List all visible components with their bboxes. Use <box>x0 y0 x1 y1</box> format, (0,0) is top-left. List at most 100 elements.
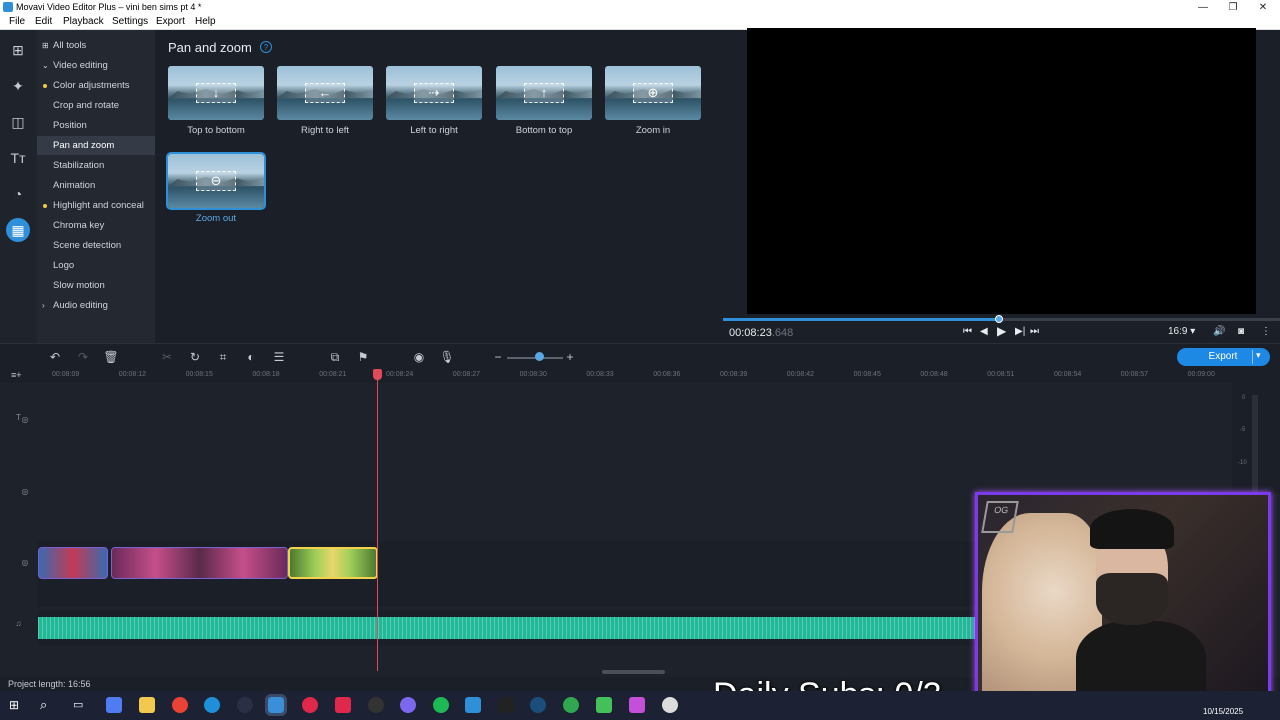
preset-zoom-out[interactable]: ⊖ <box>166 152 266 210</box>
nav-logo[interactable]: Logo <box>37 256 155 275</box>
visibility-icon[interactable]: ◎ <box>18 415 32 424</box>
scrubber-handle[interactable] <box>994 315 1003 323</box>
zoom-out-timeline-icon[interactable]: − <box>490 349 506 365</box>
stickers-icon[interactable]: ◔ <box>6 182 30 206</box>
minimize-button[interactable]: — <box>1188 0 1218 15</box>
nav-video-editing[interactable]: ⌄ Video editing <box>37 56 155 75</box>
preset-left-to-right[interactable]: ⇢ <box>386 66 482 120</box>
undo-icon[interactable]: ↶ <box>47 349 63 365</box>
nav-pan-and-zoom[interactable]: Pan and zoom <box>37 136 155 155</box>
next-frame-icon[interactable]: ▶| <box>1015 326 1025 337</box>
opera-icon[interactable] <box>302 697 318 713</box>
game-launcher-icon[interactable] <box>596 697 612 713</box>
nav-crop-and-rotate[interactable]: Crop and rotate <box>37 96 155 115</box>
store-icon[interactable] <box>465 697 481 713</box>
media-player-icon[interactable] <box>237 697 253 713</box>
nav-scene-detection[interactable]: Scene detection <box>37 236 155 255</box>
cut-icon[interactable]: ✂ <box>159 349 175 365</box>
nav-stabilization[interactable]: Stabilization <box>37 156 155 175</box>
microphone-icon[interactable]: 🎙 <box>439 349 455 365</box>
chevron-down-icon[interactable]: ▾ <box>1256 350 1261 361</box>
playback-scrubber[interactable] <box>723 315 1280 323</box>
timeline-scrollbar[interactable] <box>602 670 665 674</box>
menu-edit[interactable]: Edit <box>35 16 52 27</box>
prev-frame-icon[interactable]: ◀ <box>980 326 988 337</box>
copilot-icon[interactable] <box>106 697 122 713</box>
import-icon[interactable]: ⊞ <box>6 38 30 62</box>
color-icon[interactable]: ◐ <box>243 349 259 365</box>
menu-help[interactable]: Help <box>195 16 216 27</box>
preset-right-to-left[interactable]: ← <box>277 66 373 120</box>
rotate-icon[interactable]: ↻ <box>187 349 203 365</box>
spotify-icon[interactable] <box>433 697 449 713</box>
nav-position[interactable]: Position <box>37 116 155 135</box>
preset-top-to-bottom[interactable]: ↓ <box>168 66 264 120</box>
xbox-icon[interactable] <box>563 697 579 713</box>
clip-properties-icon[interactable]: ☰ <box>271 349 287 365</box>
magic-wand-icon[interactable]: ✦ <box>6 74 30 98</box>
steam-icon[interactable] <box>530 697 546 713</box>
play-icon[interactable]: ▶ <box>997 324 1006 338</box>
visibility-icon[interactable]: ◎ <box>18 558 32 567</box>
transitions-icon[interactable]: ◫ <box>6 110 30 134</box>
redo-icon[interactable]: ↷ <box>75 349 91 365</box>
tools-navigation: ⊞ All tools ⌄ Video editing Color adjustme… <box>37 30 155 343</box>
audio-waveform-clip[interactable] <box>38 617 976 639</box>
playhead-handle[interactable] <box>373 369 382 380</box>
nav-chroma-key[interactable]: Chroma key <box>37 216 155 235</box>
nav-audio-editing[interactable]: › Audio editing <box>37 296 155 315</box>
menu-export[interactable]: Export <box>156 16 185 27</box>
photos-icon[interactable] <box>629 697 645 713</box>
edge-icon[interactable] <box>204 697 220 713</box>
volume-icon[interactable]: 🔊 <box>1213 326 1225 337</box>
help-icon[interactable]: ? <box>260 41 272 53</box>
meter-bar <box>1252 395 1258 493</box>
aspect-ratio-select[interactable]: 16:9 ▾ <box>1168 326 1195 337</box>
preset-zoom-in[interactable]: ⊕ <box>605 66 701 120</box>
video-clip[interactable] <box>111 547 288 579</box>
text-icon[interactable]: Tт <box>6 146 30 170</box>
video-clip[interactable] <box>38 547 108 579</box>
nav-all-tools[interactable]: ⊞ All tools <box>37 36 155 55</box>
task-view-icon[interactable]: ▭ <box>73 698 83 711</box>
epic-games-icon[interactable] <box>498 697 514 713</box>
snapshot-icon[interactable]: ◙ <box>1238 326 1244 337</box>
nav-color-adjustments[interactable]: Color adjustments <box>37 76 155 95</box>
nav-slow-motion[interactable]: Slow motion <box>37 276 155 295</box>
preset-bottom-to-top[interactable]: ↑ <box>496 66 592 120</box>
restore-button[interactable]: ❐ <box>1218 0 1248 15</box>
obs-icon[interactable] <box>368 697 384 713</box>
zoom-in-timeline-icon[interactable]: + <box>562 349 578 365</box>
close-button[interactable]: ✕ <box>1248 0 1278 15</box>
crop-icon[interactable]: ⌗ <box>215 349 231 365</box>
skip-forward-icon[interactable]: ⏭ <box>1030 326 1039 337</box>
windows-start-icon[interactable]: ⊞ <box>9 698 19 712</box>
timeline-ruler[interactable]: ≡+ 00:08:09 00:08:12 00:08:15 00:08:18 00:08… <box>0 369 1280 383</box>
transition-wizard-icon[interactable]: ⧉ <box>327 349 343 365</box>
chrome-icon[interactable] <box>172 697 188 713</box>
delete-icon[interactable]: 🗑 <box>103 349 119 365</box>
video-clip-selected[interactable] <box>288 547 378 579</box>
webcam-record-icon[interactable]: ◉ <box>411 349 427 365</box>
file-explorer-icon[interactable] <box>139 697 155 713</box>
timeline-zoom-handle[interactable] <box>534 352 544 361</box>
add-track-icon[interactable]: ≡+ <box>11 370 22 380</box>
menu-file[interactable]: File <box>9 16 25 27</box>
more-tools-icon[interactable]: ▦ <box>6 218 30 242</box>
movavi-icon[interactable] <box>265 694 287 716</box>
discord-icon[interactable] <box>400 697 416 713</box>
tiktok-icon[interactable] <box>335 697 351 713</box>
nav-animation[interactable]: Animation <box>37 176 155 195</box>
menu-settings[interactable]: Settings <box>112 16 148 27</box>
nav-highlight-and-conceal[interactable]: Highlight and conceal <box>37 196 155 215</box>
visibility-icon[interactable]: ◎ <box>18 487 32 496</box>
nav-item-label: Pan and zoom <box>53 140 115 151</box>
skip-back-icon[interactable]: ⏮ <box>963 326 972 337</box>
export-button[interactable]: Export ▾ <box>1177 348 1270 366</box>
marker-flag-icon[interactable]: ⚑ <box>355 349 371 365</box>
menu-playback[interactable]: Playback <box>63 16 104 27</box>
search-icon[interactable]: ⌕ <box>40 697 47 713</box>
video-canvas[interactable] <box>747 28 1256 314</box>
app-icon[interactable] <box>662 697 678 713</box>
more-icon[interactable]: ⋮ <box>1261 326 1271 337</box>
